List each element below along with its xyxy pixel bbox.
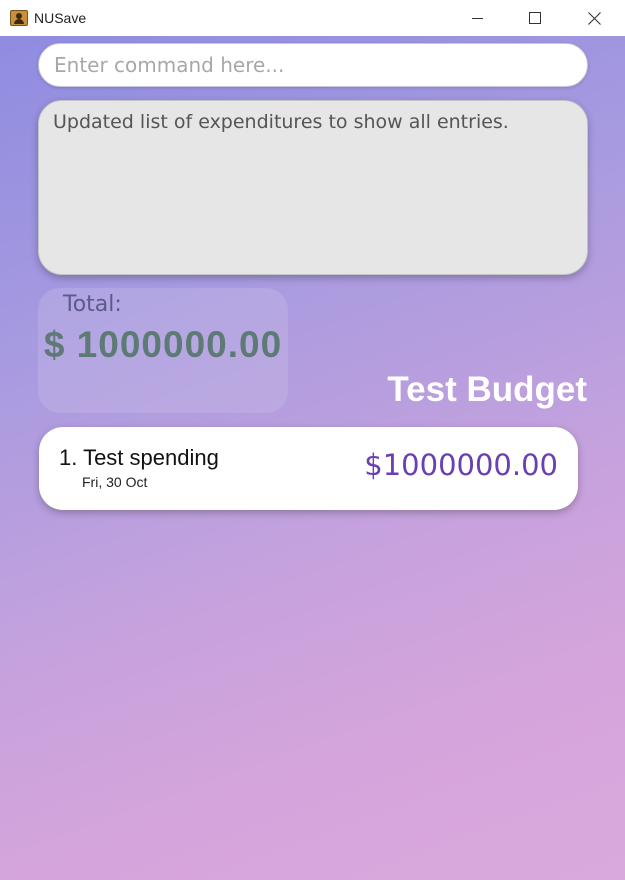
expenditure-amount: $1000000.00 [364,448,558,482]
budget-title: Test Budget [387,370,587,409]
expenditure-list: 1. Test spending Fri, 30 Oct $1000000.00 [39,427,578,510]
app-icon [10,10,28,26]
minimize-button[interactable] [448,0,506,36]
total-amount: $ 1000000.00 [43,324,283,365]
command-input[interactable] [54,53,587,77]
total-label: Total: [63,292,122,317]
main-panel: Updated list of expenditures to show all… [0,36,625,880]
total-card: Total: $ 1000000.00 [38,288,288,413]
expenditure-card[interactable]: 1. Test spending Fri, 30 Oct $1000000.00 [39,427,578,510]
maximize-button[interactable] [506,0,564,36]
result-display[interactable]: Updated list of expenditures to show all… [38,100,588,275]
command-box[interactable] [38,43,588,87]
expenditure-name: 1. Test spending [59,445,219,470]
maximize-icon [529,12,541,24]
close-icon [587,11,601,25]
result-message: Updated list of expenditures to show all… [53,111,509,133]
window-title: NUSave [34,10,87,26]
title-bar: NUSave [0,0,625,36]
minimize-icon [471,17,483,19]
close-button[interactable] [565,0,623,36]
expenditure-date: Fri, 30 Oct [82,474,148,490]
